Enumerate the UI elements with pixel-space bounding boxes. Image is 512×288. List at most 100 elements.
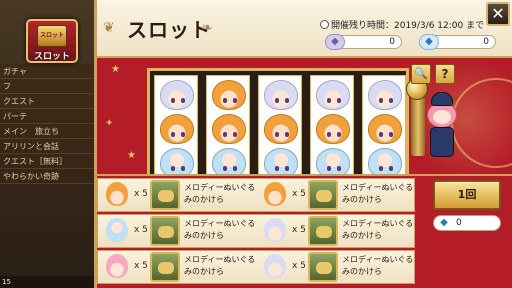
symbol-blue-icon [106,218,128,242]
mascot-character [423,92,463,162]
prize-item[interactable]: メロディーぬいぐるみのかけら [306,251,416,283]
background-row: メイン 旅立ち [0,124,96,139]
reel-symbol-blue [316,148,350,174]
background-row: アリリンと会話 [0,139,96,154]
currency-purple-gem: ◆ 0 [325,34,402,50]
spin-cost-value: 0 [456,218,462,228]
currency-purple-value: 0 [389,37,395,47]
reel-symbol-orange [368,114,402,144]
star-icon: ★ [111,64,120,75]
reel [258,75,302,174]
symbol-eye [327,132,331,137]
reel [310,75,354,174]
symbol-eye [327,166,331,171]
combo-requirement: x 5 [102,251,152,283]
clock-icon [320,20,329,29]
symbol-eye [233,98,237,103]
reel-symbol-silver [160,80,194,110]
mascot-body [430,127,454,157]
prize-item[interactable]: メロディーぬいぐるみのかけら [148,215,258,247]
slot-machine-icon: スロット [37,25,67,47]
slot-menu-label: スロット [33,52,70,62]
close-icon: ✕ [491,4,505,23]
symbol-eye [223,132,227,137]
prize-name: メロディーぬいぐるみのかけら [342,219,414,240]
reels-frame [147,68,409,174]
symbol-eye [275,166,279,171]
symbol-eye [233,132,237,137]
combo-requirement: x 5 [260,251,310,283]
prize-item[interactable]: メロディーぬいぐるみのかけら [306,215,416,247]
background-row: ガチャ [0,64,96,79]
reel [206,75,250,174]
plush-fragment-icon [308,252,338,282]
symbol-eye [233,166,237,171]
combo-count: x 5 [134,225,148,235]
currency-blue-gem: ◆ 0 [419,34,496,50]
reel-symbol-blue [160,148,194,174]
symbol-orange-icon [106,182,128,206]
title-ornament-left-icon: ❦ [103,20,115,36]
symbol-silver-icon [264,218,286,242]
symbol-eye [379,132,383,137]
background-row: クエスト［無料］ [0,154,96,169]
plush-fragment-icon [150,180,180,210]
prize-item[interactable]: メロディーぬいぐるみのかけら [306,179,416,211]
blue-gem-icon: ◆ [419,34,439,50]
plush-fragment-icon [308,216,338,246]
combo-requirement: x 5 [102,215,152,247]
prize-item[interactable]: メロディーぬいぐるみのかけら [148,251,258,283]
prize-name: メロディーぬいぐるみのかけら [184,219,256,240]
reel-symbol-silver [368,80,402,110]
search-button[interactable]: 🔍 [411,64,431,84]
reel-symbol-silver [264,80,298,110]
symbol-eye [171,166,175,171]
symbol-eye [337,166,341,171]
prize-name: メロディーぬいぐるみのかけら [184,183,256,204]
background-row: クエスト [0,94,96,109]
close-button[interactable]: ✕ [486,2,510,26]
slot-machine: ★ ✦ ★ 🔍 ? [97,58,512,176]
symbol-eye [285,166,289,171]
star-icon: ★ [127,150,136,161]
background-row: パーテ [0,109,96,124]
event-time-text: 開催残り時間：2019/3/6 12:00 まで [331,21,485,31]
prize-row: x 5 メロディーぬいぐるみのかけら x 5 メロディーぬいぐるみのかけら [97,178,415,212]
spin-controls: 1回 ◆ 0 [415,176,512,288]
reel-symbol-orange [264,114,298,144]
page-title: スロット [127,18,211,42]
reel-symbol-orange [316,114,350,144]
combo-count: x 5 [134,189,148,199]
background-status: 15 [0,276,96,288]
prize-name: メロディーぬいぐるみのかけら [342,255,414,276]
symbol-eye [389,132,393,137]
prize-name: メロディーぬいぐるみのかけら [342,183,414,204]
symbol-eye [389,98,393,103]
prize-name: メロディーぬいぐるみのかけら [184,255,256,276]
reel-symbol-blue [368,148,402,174]
symbol-silver-icon [264,254,286,278]
prize-item[interactable]: メロディーぬいぐるみのかけら [148,179,258,211]
symbol-eye [223,98,227,103]
title-ornament-right-icon: ❧ [201,20,213,36]
reel-symbol-orange [212,80,246,110]
symbol-orange-icon [264,182,286,206]
symbol-eye [275,132,279,137]
help-button[interactable]: ? [435,64,455,84]
plush-fragment-icon [150,216,180,246]
combo-count: x 5 [292,261,306,271]
combo-count: x 5 [134,261,148,271]
currency-blue-value: 0 [483,37,489,47]
spin-once-button[interactable]: 1回 [433,180,501,210]
symbol-eye [379,98,383,103]
slot-menu-button[interactable]: スロット スロット [26,19,78,63]
combo-count: x 5 [292,225,306,235]
prize-row: x 5 メロディーぬいぐるみのかけら x 5 メロディーぬいぐるみのかけら [97,214,415,248]
symbol-eye [275,98,279,103]
symbol-pink-icon [106,254,128,278]
purple-gem-icon: ◆ [325,34,345,50]
prize-row: x 5 メロディーぬいぐるみのかけら x 5 メロディーぬいぐるみのかけら [97,250,415,284]
combo-requirement: x 5 [102,179,152,211]
event-time-remaining: 開催残り時間：2019/3/6 12:00 まで [320,18,484,31]
reel [362,75,406,174]
